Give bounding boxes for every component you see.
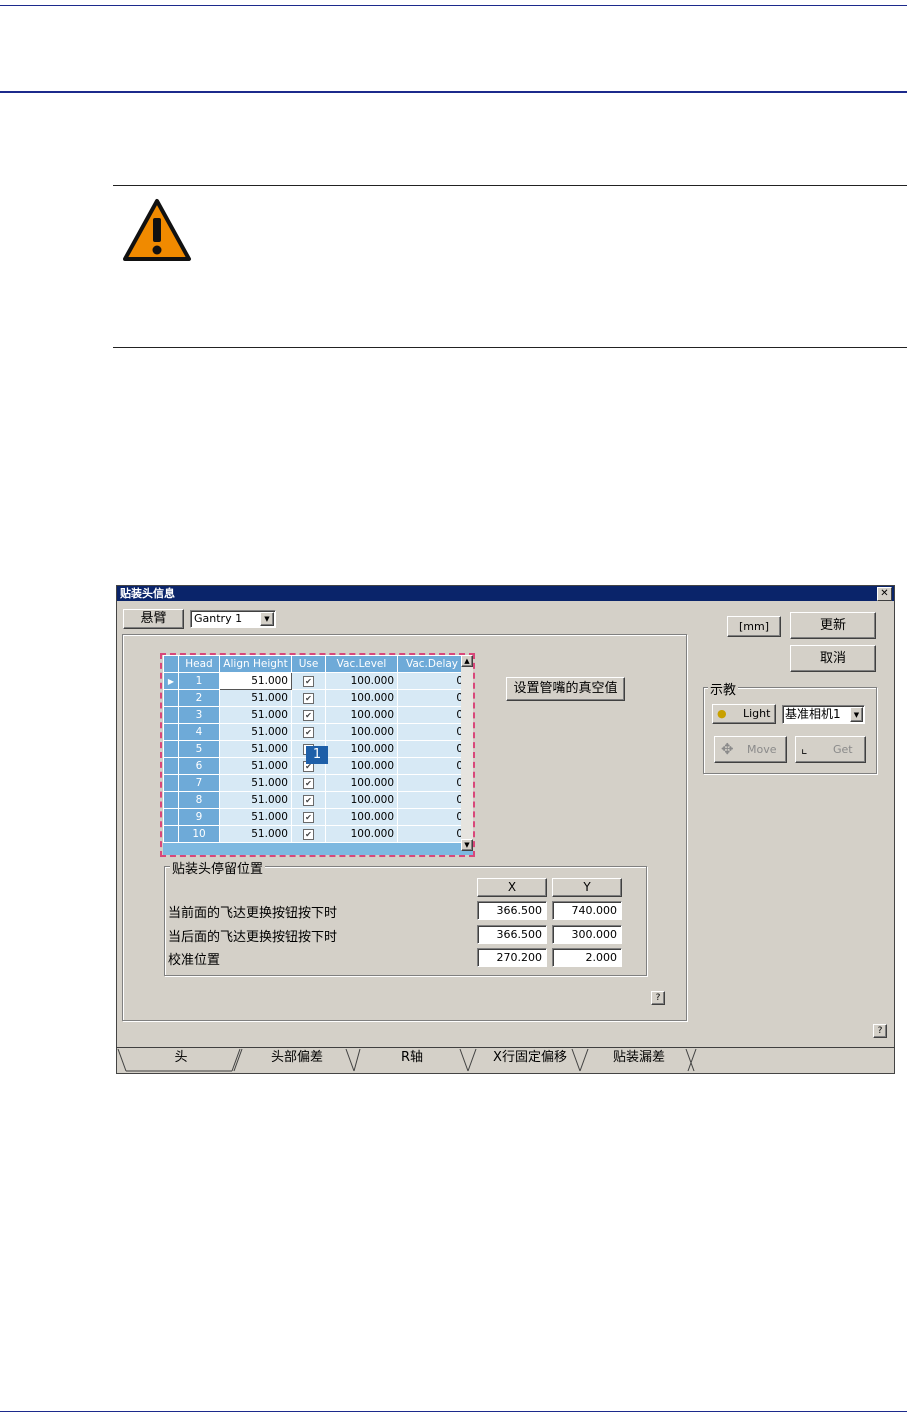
park-position-title: 贴装头停留位置 bbox=[170, 858, 266, 877]
gantry-select[interactable]: Gantry 1 ▼ bbox=[190, 610, 276, 628]
light-button-label: Light bbox=[743, 707, 771, 720]
park-x-input[interactable]: 366.500 bbox=[477, 901, 547, 920]
page-top-rule bbox=[0, 5, 907, 6]
camera-select[interactable]: 基准相机1 ▼ bbox=[782, 705, 865, 724]
warning-icon bbox=[123, 199, 191, 261]
park-row-label: 校准位置 bbox=[168, 953, 221, 968]
park-x-input[interactable]: 366.500 bbox=[477, 925, 547, 944]
unit-label: [mm] bbox=[727, 616, 781, 637]
bulb-icon: ● bbox=[717, 707, 727, 720]
chevron-down-icon[interactable]: ▼ bbox=[260, 612, 274, 626]
park-row-label: 当后面的飞达更换按钮按下时 bbox=[168, 930, 338, 945]
dialog-help-icon[interactable]: ? bbox=[873, 1024, 887, 1038]
panel-help-icon[interactable]: ? bbox=[651, 991, 665, 1005]
tab-head[interactable]: 头 bbox=[126, 1047, 236, 1073]
note-top-rule bbox=[113, 185, 907, 186]
page-bottom-rule bbox=[0, 1411, 907, 1412]
target-axis-icon: ⌞ bbox=[801, 741, 808, 757]
dialog-title: 贴装头信息 bbox=[117, 586, 894, 601]
move-arrows-icon: ✥ bbox=[721, 740, 734, 758]
gantry-select-value: Gantry 1 bbox=[194, 612, 243, 625]
update-button[interactable]: 更新 bbox=[790, 612, 876, 639]
callout-badge: 1 bbox=[306, 746, 328, 764]
park-y-header: Y bbox=[552, 878, 622, 897]
tab-x-row-offset[interactable]: X行固定偏移 bbox=[474, 1047, 586, 1073]
cancel-button[interactable]: 取消 bbox=[790, 645, 876, 672]
move-button-label: Move bbox=[747, 743, 777, 756]
tab-head-offset[interactable]: 头部偏差 bbox=[242, 1047, 352, 1073]
gantry-label: 悬臂 bbox=[123, 609, 184, 629]
camera-select-value: 基准相机1 bbox=[785, 707, 841, 721]
park-row-label: 当前面的飞达更换按钮按下时 bbox=[168, 906, 338, 921]
set-vacuum-button[interactable]: 设置管嘴的真空值 bbox=[506, 677, 625, 701]
page-header-rule bbox=[0, 91, 907, 93]
tab-r-axis[interactable]: R轴 bbox=[356, 1047, 468, 1073]
tab-mount-tolerance[interactable]: 贴装漏差 bbox=[584, 1047, 694, 1073]
get-button-label: Get bbox=[833, 743, 853, 756]
park-y-input[interactable]: 300.000 bbox=[552, 925, 622, 944]
park-x-input[interactable]: 270.200 bbox=[477, 948, 547, 967]
get-button[interactable]: ⌞ Get bbox=[795, 736, 866, 763]
park-x-header: X bbox=[477, 878, 547, 897]
light-button[interactable]: ● Light bbox=[712, 704, 776, 724]
teach-group-title: 示教 bbox=[708, 679, 739, 698]
park-y-input[interactable]: 2.000 bbox=[552, 948, 622, 967]
chevron-down-icon[interactable]: ▼ bbox=[850, 707, 863, 722]
close-icon[interactable]: ✕ bbox=[877, 587, 892, 601]
move-button[interactable]: ✥ Move bbox=[714, 736, 787, 763]
gantry-label-text: 悬臂 bbox=[140, 611, 167, 626]
tab-strip: 头 头部偏差 R轴 X行固定偏移 贴装漏差 bbox=[116, 1047, 895, 1074]
note-bottom-rule bbox=[113, 347, 907, 348]
park-y-input[interactable]: 740.000 bbox=[552, 901, 622, 920]
